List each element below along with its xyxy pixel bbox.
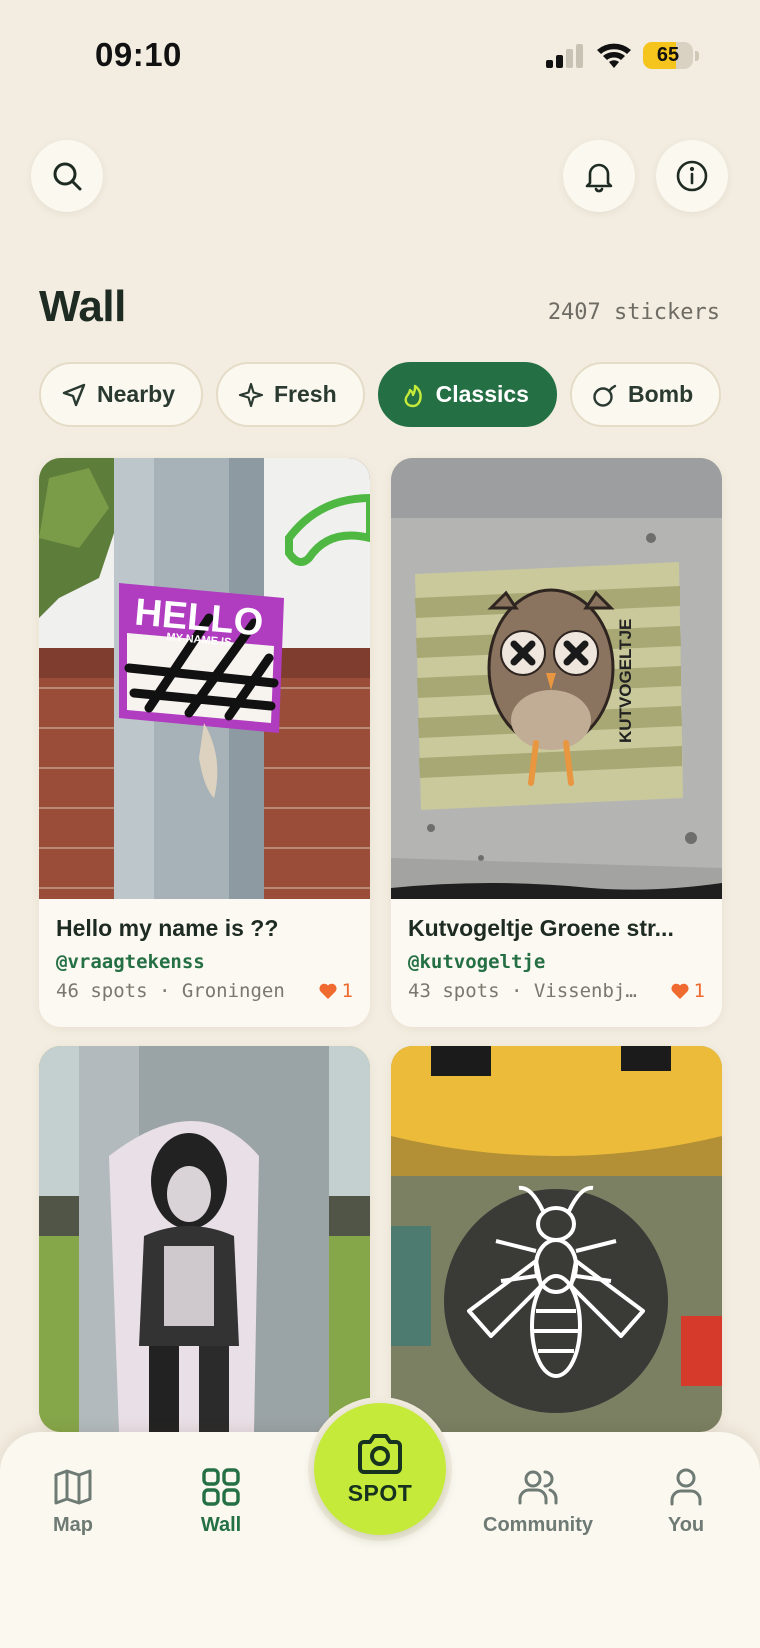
nav-label: You [667,1514,705,1536]
status-time: 09:10 [95,36,182,73]
search-icon [53,162,82,191]
nav-label: Map [53,1514,93,1536]
card-username[interactable]: @kutvogeltje [408,951,705,973]
notifications-button[interactable] [563,140,635,212]
wifi-icon [597,43,631,68]
user-icon [670,1468,702,1506]
grid-icon [202,1468,240,1506]
nav-you[interactable]: You [621,1466,751,1537]
info-button[interactable] [656,140,728,212]
filter-chip-bomb[interactable]: Bomb [569,362,722,427]
sticker-photo: KUTVOGELTJE [391,458,722,899]
nav-community[interactable]: Community [473,1466,603,1537]
card-title: Kutvogeltje Groene str... [408,915,674,941]
sticker-card[interactable] [391,1046,722,1432]
filter-chips: Nearby Fresh Classics Bomb [39,362,722,427]
card-meta-text: 46 spots · Groningen [56,980,285,1002]
like-count-value: 1 [693,980,705,1002]
flame-icon [404,384,422,407]
nav-label: Wall [200,1514,242,1536]
sticker-photo [391,1046,722,1432]
card-info: Hello my name is ?? @vraagtekenss 46 spo… [39,899,370,1027]
map-icon [54,1469,92,1505]
users-icon [518,1470,558,1505]
sticker-count: 2407 stickers [547,300,720,325]
battery-tip [695,51,699,61]
filter-chip-label: Nearby [97,381,175,407]
filter-chip-nearby[interactable]: Nearby [39,362,203,427]
spot-button-ring: SPOT [308,1397,452,1541]
sticker-owl-text: KUTVOGELTJE [616,619,635,743]
info-icon [676,160,708,192]
card-meta: 46 spots · Groningen 1 [56,980,353,1002]
like-count[interactable]: 1 [670,980,705,1002]
bell-icon [585,163,613,193]
like-count[interactable]: 1 [318,980,353,1002]
status-bar: 09:10 65 [0,0,760,110]
filter-chip-label: Fresh [273,381,337,407]
card-title: Hello my name is ?? [56,915,279,941]
filter-chip-fresh[interactable]: Fresh [215,362,365,427]
card-meta: 43 spots · Vissenbj… 1 [408,980,705,1002]
camera-icon [358,1433,402,1474]
filter-chip-label: Classics [435,381,529,407]
spot-button[interactable]: SPOT [314,1403,446,1535]
sticker-card[interactable] [39,1046,370,1432]
sticker-card[interactable]: KUTVOGELTJE Kutvogeltje Groene str... @k… [391,458,722,1027]
nav-wall[interactable]: Wall [156,1466,286,1537]
battery-indicator: 65 [643,42,693,69]
card-info: Kutvogeltje Groene str... @kutvogeltje 4… [391,899,722,1027]
card-username[interactable]: @vraagtekenss [56,951,353,973]
navigation-arrow-icon [62,383,86,406]
sticker-card[interactable]: HELLO MY NAME IS Hello my name is ?? @vr… [39,458,370,1027]
sticker-photo: HELLO MY NAME IS [39,458,370,899]
heart-icon [670,983,689,999]
cellular-signal-icon [546,44,583,68]
card-meta-text: 43 spots · Vissenbj… [408,980,637,1002]
sparkle-icon [238,382,264,407]
filter-chip-label: Bomb [627,381,694,407]
battery-level: 65 [656,44,680,66]
spot-label: SPOT [347,1479,413,1506]
like-count-value: 1 [341,980,353,1002]
filter-chip-classics[interactable]: Classics [377,362,557,427]
sticker-photo [39,1046,370,1432]
nav-map[interactable]: Map [8,1466,138,1537]
nav-label: Community [483,1514,593,1536]
bomb-icon [593,384,617,407]
page-title: Wall [39,282,126,331]
search-button[interactable] [31,140,103,212]
heart-icon [318,983,337,999]
